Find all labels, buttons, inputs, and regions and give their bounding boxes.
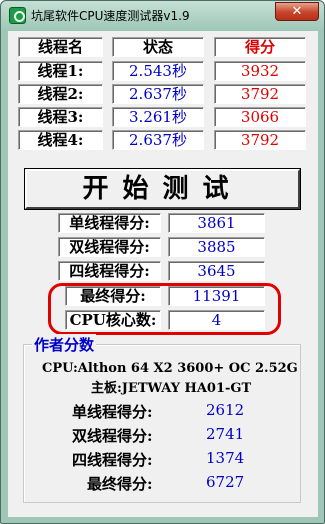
author-final-value: 6727 bbox=[206, 473, 245, 491]
highlight-circle bbox=[48, 283, 281, 335]
thread-1-time: 2.543秒 bbox=[112, 61, 204, 81]
thread-4-name: 线程4: bbox=[18, 130, 103, 150]
quad-thread-label: 四线程得分: bbox=[58, 261, 161, 281]
author-single-value: 2612 bbox=[206, 401, 245, 419]
thread-3-time: 3.261秒 bbox=[112, 107, 204, 127]
author-single-label: 单线程得分: bbox=[72, 403, 153, 421]
author-dual-value: 2741 bbox=[206, 425, 245, 443]
app-logo-icon bbox=[9, 7, 26, 24]
header-score: 得分 bbox=[214, 37, 306, 57]
author-score-legend: 作者分数 bbox=[32, 334, 97, 355]
thread-2-time: 2.637秒 bbox=[112, 84, 204, 104]
single-thread-value: 3861 bbox=[168, 213, 265, 233]
thread-3-name: 线程3: bbox=[18, 107, 103, 127]
single-thread-label: 单线程得分: bbox=[58, 213, 161, 233]
thread-4-time: 2.637秒 bbox=[112, 130, 204, 150]
close-button[interactable]: ✕ bbox=[275, 2, 319, 21]
thread-4-score: 3792 bbox=[214, 130, 306, 150]
thread-1-score: 3932 bbox=[214, 61, 306, 81]
author-cpu-line: CPU:Althon 64 X2 3600+ OC 2.52G bbox=[42, 361, 298, 376]
dual-thread-label: 双线程得分: bbox=[58, 237, 161, 257]
dual-thread-value: 3885 bbox=[168, 237, 265, 257]
thread-2-score: 3792 bbox=[214, 84, 306, 104]
author-quad-label: 四线程得分: bbox=[72, 451, 153, 469]
author-dual-label: 双线程得分: bbox=[72, 427, 153, 445]
thread-2-name: 线程2: bbox=[18, 84, 103, 104]
title-bar[interactable]: 坑尾软件CPU速度测试器v1.9 ✕ bbox=[1, 1, 324, 31]
header-thread-name: 线程名 bbox=[18, 37, 103, 57]
header-status: 状态 bbox=[112, 37, 204, 57]
thread-3-score: 3066 bbox=[214, 107, 306, 127]
author-quad-value: 1374 bbox=[206, 449, 245, 467]
author-final-label: 最终得分: bbox=[87, 475, 153, 493]
thread-1-name: 线程1: bbox=[18, 61, 103, 81]
client-area: 线程名 状态 得分 线程1: 2.543秒 3932 线程2: 2.637秒 3… bbox=[8, 31, 318, 517]
app-window: 坑尾软件CPU速度测试器v1.9 ✕ 线程名 状态 得分 线程1: 2.543秒… bbox=[0, 0, 325, 524]
start-test-button[interactable]: 开始测试 bbox=[24, 168, 301, 210]
author-board-line: 主板:JETWAY HA01-GT bbox=[91, 381, 252, 396]
quad-thread-value: 3645 bbox=[168, 261, 265, 281]
window-title: 坑尾软件CPU速度测试器v1.9 bbox=[31, 9, 190, 23]
